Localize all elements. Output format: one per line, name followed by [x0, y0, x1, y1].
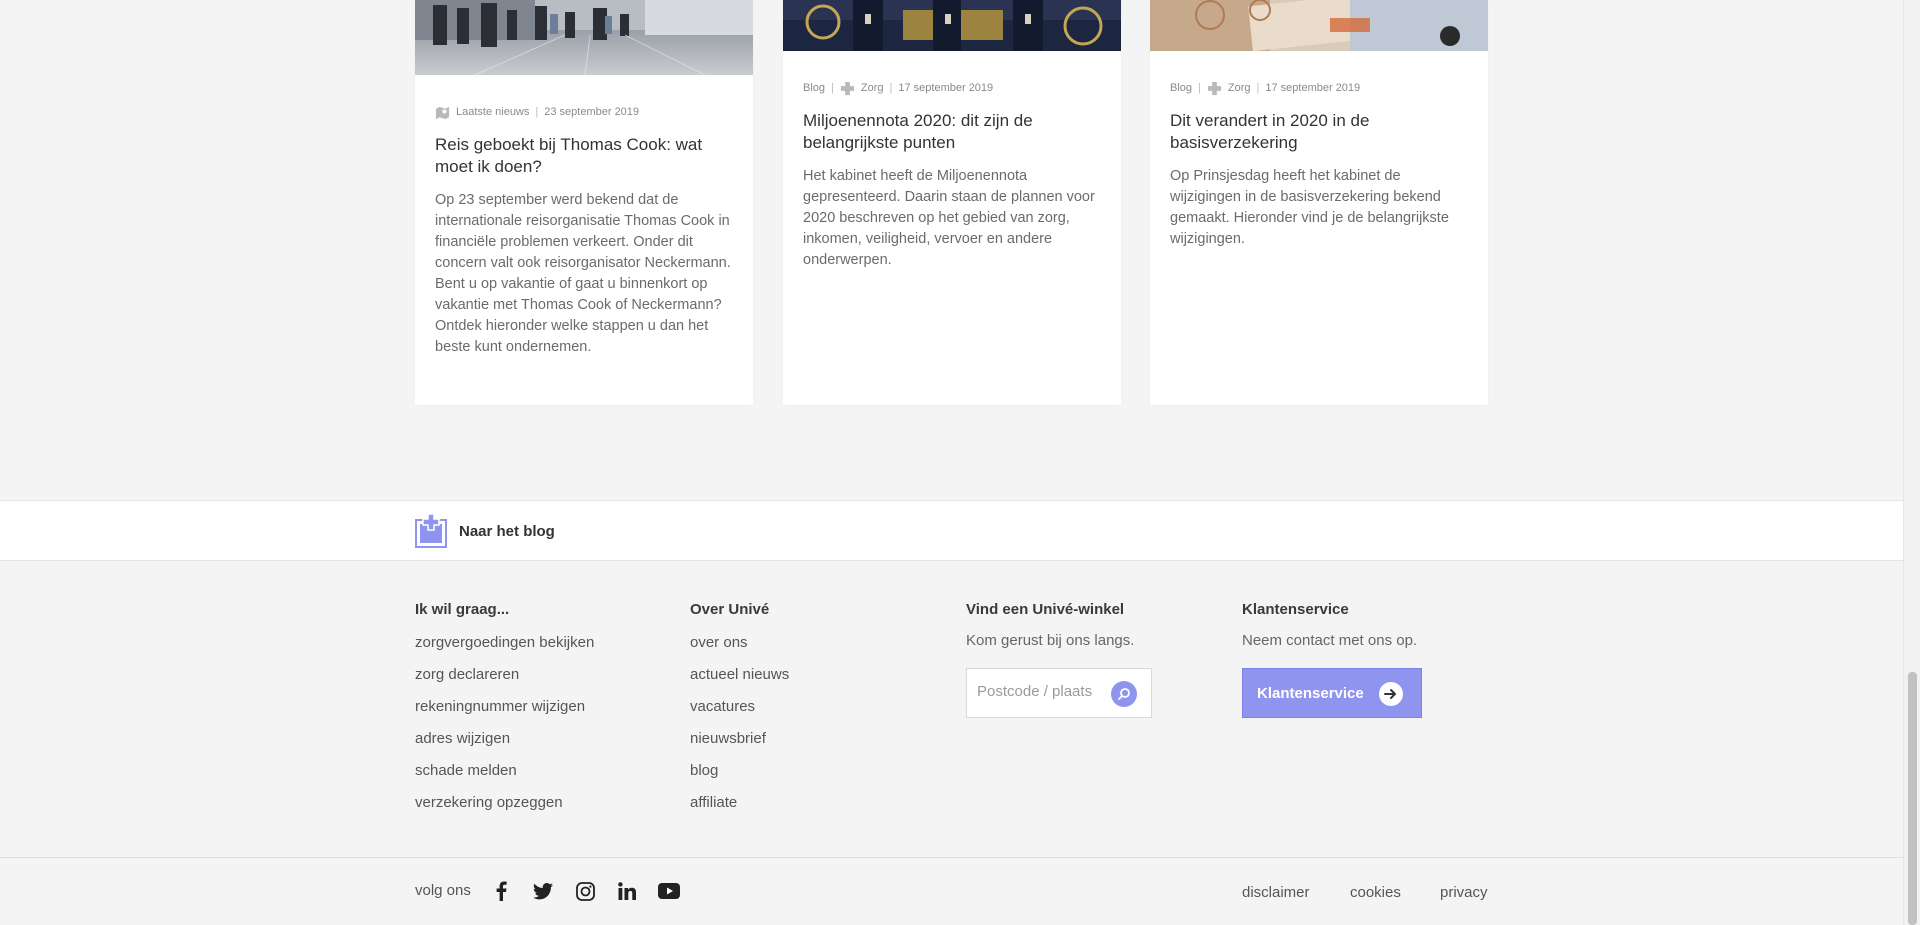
youtube-icon[interactable]	[658, 880, 680, 902]
card-meta: Blog | Zorg | 17 september 2019	[803, 80, 1101, 96]
arrow-right-icon	[1379, 682, 1403, 706]
footer-link[interactable]: adres wijzigen	[415, 730, 594, 748]
card-meta: Blog | Zorg | 17 september 2019	[1170, 80, 1468, 96]
footer-column-ik-wil-graag: Ik wil graag... zorgvergoedingen bekijke…	[415, 601, 594, 826]
card-body: Blog | Zorg | 17 september 2019 Miljoene…	[803, 80, 1101, 271]
article-cards: Laatste nieuws | 23 september 2019 Reis …	[415, 0, 1489, 405]
card-type[interactable]: Blog	[803, 82, 825, 94]
postcode-input[interactable]	[977, 683, 1112, 700]
footer-column-title: Klantenservice	[1242, 601, 1349, 618]
card-body: Laatste nieuws | 23 september 2019 Reis …	[435, 104, 733, 358]
meta-separator: |	[889, 82, 893, 94]
disclaimer-link[interactable]: disclaimer	[1242, 884, 1310, 901]
linkedin-icon[interactable]	[616, 880, 638, 902]
meta-separator: |	[831, 82, 834, 94]
meta-separator: |	[1198, 82, 1201, 94]
footer-link[interactable]: vacatures	[690, 698, 789, 716]
instagram-icon[interactable]	[574, 880, 596, 902]
follow-us-label: volg ons	[415, 882, 471, 899]
card-body: Blog | Zorg | 17 september 2019 Dit vera…	[1170, 80, 1468, 250]
card-text: Op Prinsjesdag heeft het kabinet de wijz…	[1170, 168, 1449, 247]
footer-column-title: Vind een Univé-winkel	[966, 601, 1125, 618]
euro-banknotes-image[interactable]	[1150, 0, 1488, 51]
card-text: Het kabinet heeft de Miljoenennota gepre…	[803, 168, 1095, 268]
scrollbar-thumb[interactable]	[1908, 672, 1917, 925]
cookies-link[interactable]: cookies	[1350, 884, 1401, 901]
footer-link[interactable]: nieuwsbrief	[690, 730, 789, 748]
vertical-scrollbar[interactable]	[1903, 0, 1920, 925]
footer-link[interactable]: verzekering opzeggen	[415, 794, 594, 812]
postcode-search-box	[966, 668, 1152, 718]
article-card-basisverzekering[interactable]: Blog | Zorg | 17 september 2019 Dit vera…	[1150, 0, 1488, 405]
search-icon	[1118, 688, 1130, 700]
card-category[interactable]: Zorg	[861, 82, 884, 94]
footer-column-text: Neem contact met ons op.	[1242, 632, 1418, 649]
card-date: 17 september 2019	[1265, 82, 1361, 94]
article-card-thomas-cook[interactable]: Laatste nieuws | 23 september 2019 Reis …	[415, 0, 753, 405]
footer-column-text: Kom gerust bij ons langs.	[966, 632, 1135, 649]
site-footer: Ik wil graag... zorgvergoedingen bekijke…	[0, 561, 1903, 925]
footer-link[interactable]: rekeningnummer wijzigen	[415, 698, 594, 716]
privacy-link[interactable]: privacy	[1440, 884, 1488, 901]
blog-plus-icon	[415, 514, 447, 548]
to-blog-link[interactable]: Naar het blog	[415, 514, 555, 548]
search-button[interactable]	[1111, 681, 1137, 707]
card-date: 17 september 2019	[898, 82, 994, 94]
article-card-miljoenennota[interactable]: Blog | Zorg | 17 september 2019 Miljoene…	[783, 0, 1121, 405]
footer-link[interactable]: affiliate	[690, 794, 789, 812]
footer-link[interactable]: schade melden	[415, 762, 594, 780]
to-blog-label: Naar het blog	[459, 522, 555, 540]
royal-carriage-image[interactable]	[783, 0, 1121, 51]
klantenservice-button[interactable]: Klantenservice	[1242, 668, 1422, 718]
card-title[interactable]: Reis geboekt bij Thomas Cook: wat moet i…	[435, 134, 733, 178]
card-text: Op 23 september werd bekend dat de inter…	[435, 192, 731, 355]
meta-separator: |	[1256, 82, 1260, 94]
klantenservice-button-label: Klantenservice	[1257, 684, 1364, 702]
airport-travelers-image[interactable]	[415, 0, 753, 75]
care-cross-icon	[1207, 81, 1221, 95]
card-meta: Laatste nieuws | 23 september 2019	[435, 104, 733, 120]
footer-link[interactable]: zorg declareren	[415, 666, 594, 684]
card-type[interactable]: Blog	[1170, 82, 1192, 94]
card-date: 23 september 2019	[544, 106, 640, 118]
footer-bottom-bar: volg ons disclaimer cookies privacy	[0, 857, 1903, 925]
twitter-icon[interactable]	[532, 880, 554, 902]
card-title[interactable]: Dit verandert in 2020 in de basisverzeke…	[1170, 110, 1468, 154]
footer-link[interactable]: actueel nieuws	[690, 666, 789, 684]
card-title[interactable]: Miljoenennota 2020: dit zijn de belangri…	[803, 110, 1101, 154]
footer-link[interactable]: zorgvergoedingen bekijken	[415, 634, 594, 652]
blog-link-band: Naar het blog	[0, 500, 1903, 561]
footer-column-klantenservice: Klantenservice Neem contact met ons op.	[1242, 601, 1417, 649]
meta-separator: |	[535, 106, 539, 118]
footer-column-winkel: Vind een Univé-winkel Kom gerust bij ons…	[966, 601, 1134, 649]
card-category[interactable]: Laatste nieuws	[456, 106, 529, 118]
footer-link[interactable]: over ons	[690, 634, 789, 652]
footer-link[interactable]: blog	[690, 762, 789, 780]
news-map-icon	[435, 106, 450, 119]
social-links	[490, 880, 700, 902]
card-category[interactable]: Zorg	[1228, 82, 1251, 94]
footer-column-title: Over Univé	[690, 601, 770, 618]
care-cross-icon	[840, 81, 854, 95]
footer-column-title: Ik wil graag...	[415, 601, 510, 618]
footer-column-over-unive: Over Univé over ons actueel nieuws vacat…	[690, 601, 789, 826]
facebook-icon[interactable]	[490, 880, 512, 902]
